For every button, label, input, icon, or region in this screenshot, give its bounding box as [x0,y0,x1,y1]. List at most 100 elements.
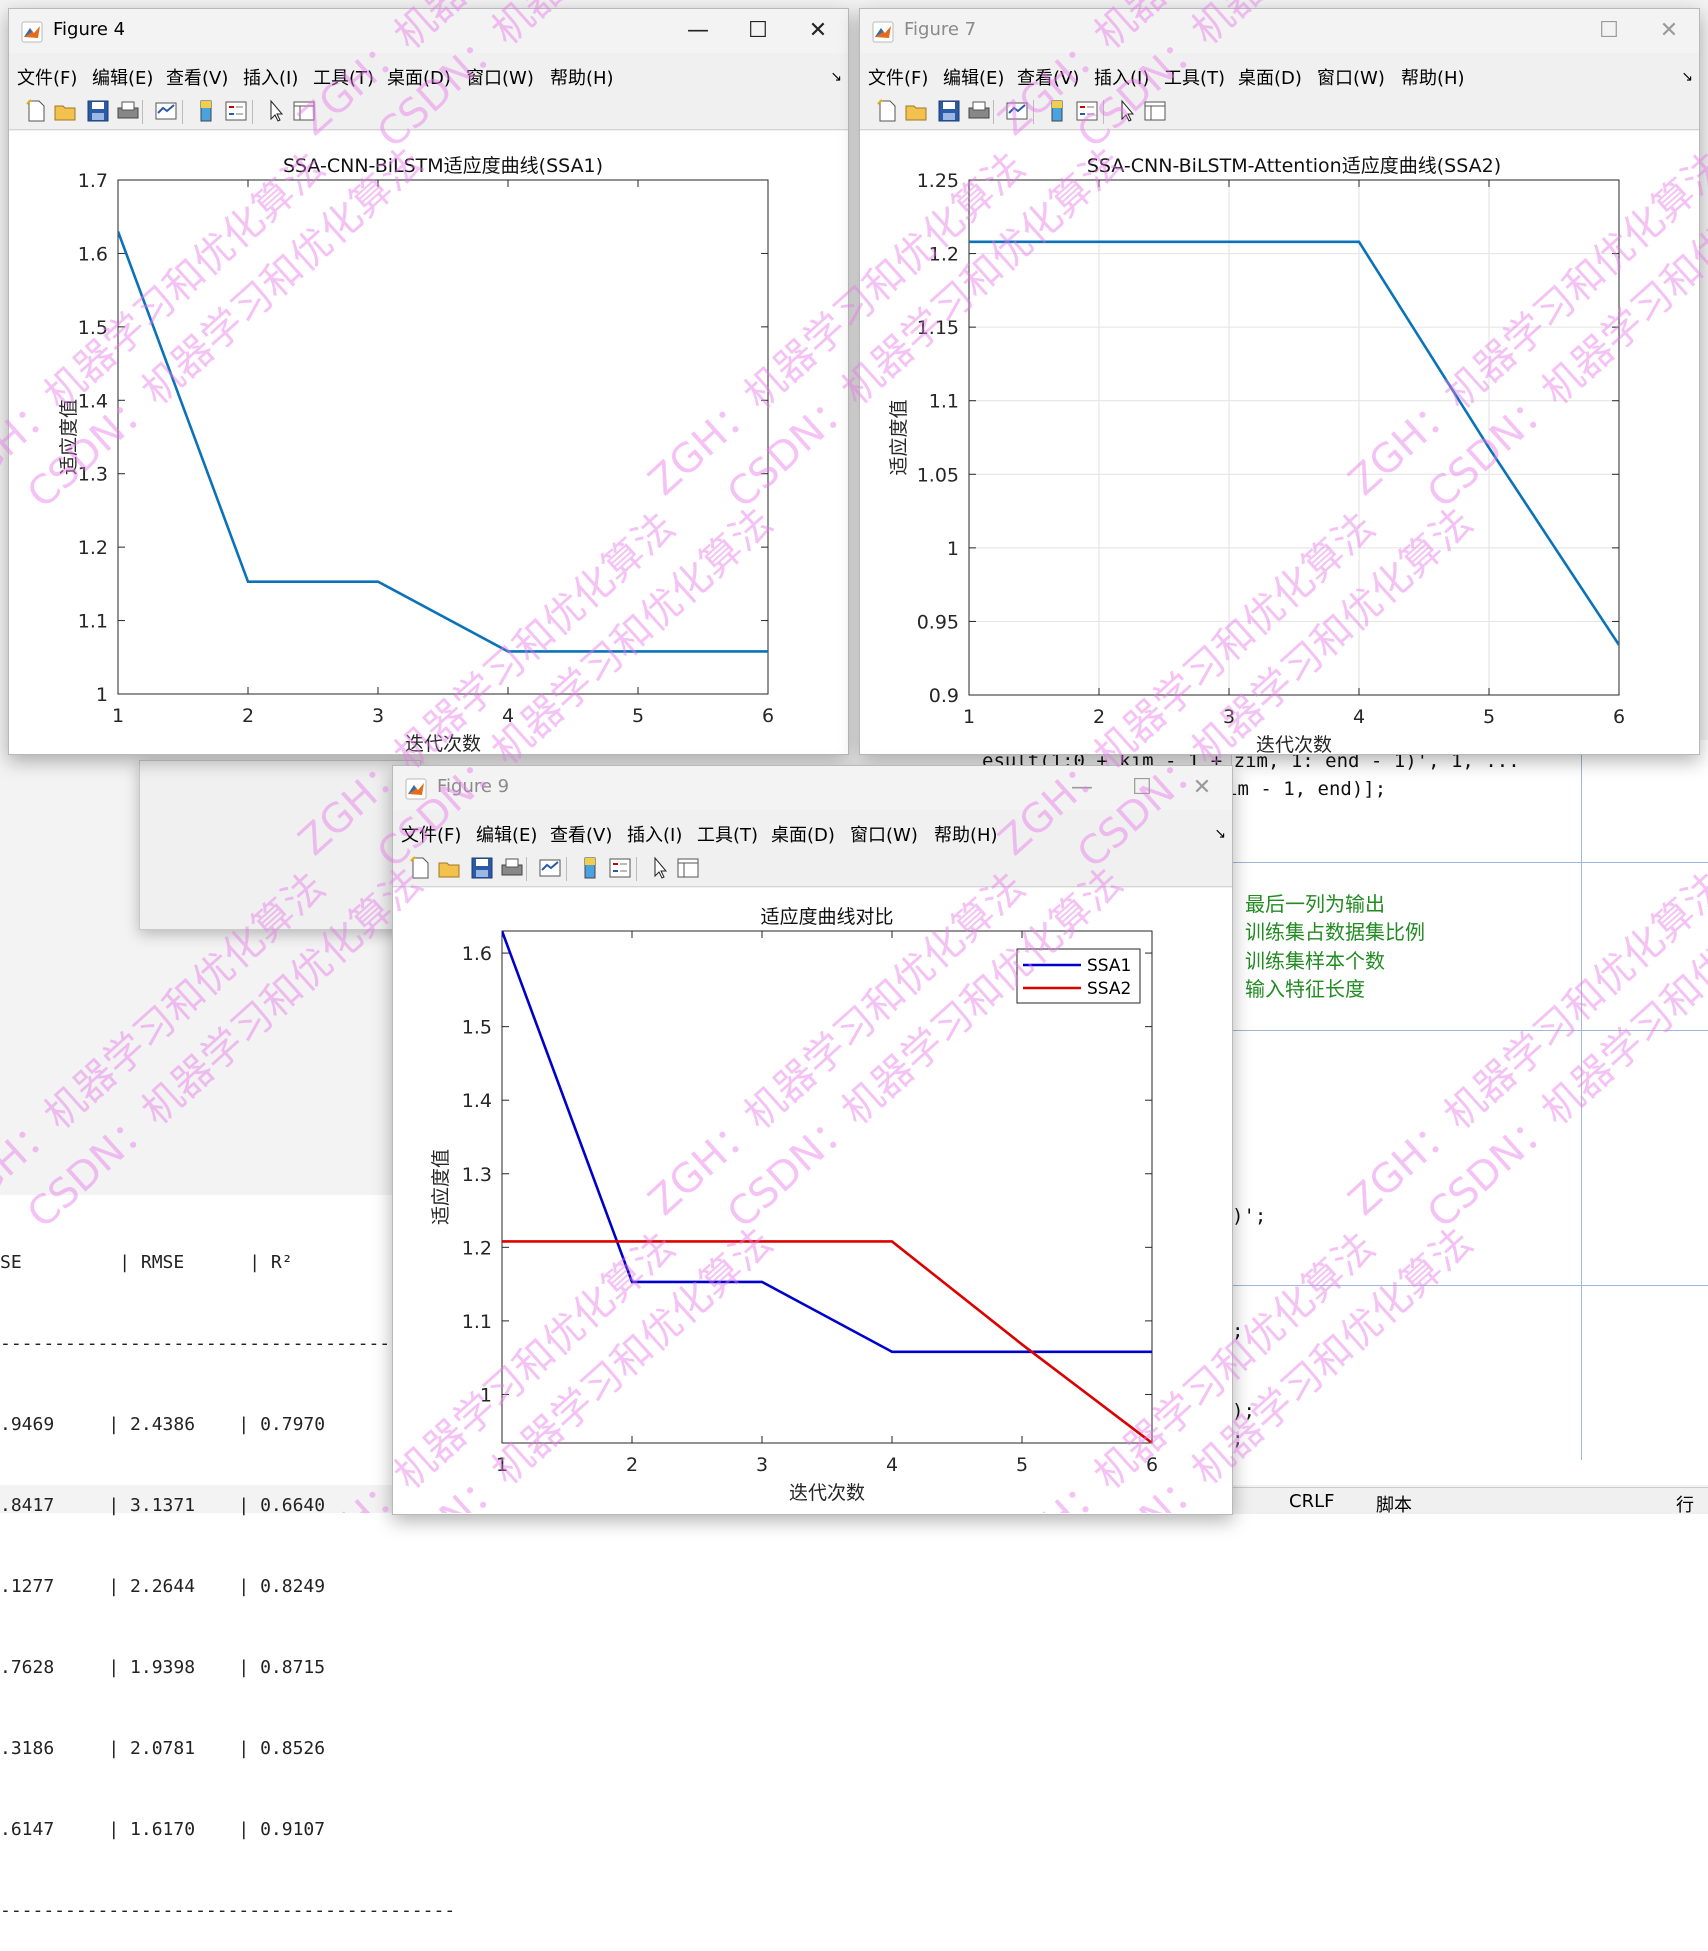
series-line [118,230,768,653]
menu-help[interactable]: 帮助(H) [1401,64,1465,90]
menu-dock-arrow-icon[interactable]: ↘ [830,69,842,85]
figure-7-window[interactable]: Figure 7 ☐ ✕ 文件(F) 编辑(E) 查看(V) 插入(I) 工具(… [859,8,1700,755]
open-file-icon[interactable] [437,855,463,881]
minimize-button[interactable]: — [1058,772,1106,804]
figure-9-window[interactable]: Figure 9 — ☐ ✕ 文件(F) 编辑(E) 查看(V) 插入(I) 工… [392,765,1233,1515]
link-plot-icon[interactable] [1004,98,1030,124]
property-inspector-icon[interactable] [675,855,701,881]
edit-plot-arrow-icon[interactable] [263,98,289,124]
menu-tools[interactable]: 工具(T) [313,64,374,90]
link-plot-icon[interactable] [537,855,563,881]
menu-file[interactable]: 文件(F) [868,64,928,90]
property-inspector-icon[interactable] [291,98,317,124]
close-button[interactable]: ✕ [1645,15,1693,47]
insert-legend-icon[interactable] [1074,98,1100,124]
section-divider [1232,1285,1708,1286]
toolbar-separator [1103,100,1104,124]
insert-colorbar-icon[interactable] [193,98,219,124]
chart-legend[interactable]: SSA1 SSA2 [1016,948,1141,1004]
code-line[interactable]: im - 1, end)]; [1226,778,1386,800]
menu-window[interactable]: 窗口(W) [850,821,918,847]
menu-window[interactable]: 窗口(W) [1317,64,1385,90]
close-button[interactable]: ✕ [794,15,842,47]
property-inspector-icon[interactable] [1142,98,1168,124]
status-eol: CRLF [1289,1491,1335,1512]
maximize-button[interactable]: ☐ [1118,772,1166,804]
code-line[interactable]: ); [1232,1400,1255,1422]
menu-insert[interactable]: 插入(I) [243,64,298,90]
chart-title: SSA-CNN-BiLSTM-Attention适应度曲线(SSA2) [1087,155,1501,177]
print-icon[interactable] [966,98,992,124]
insert-legend-icon[interactable] [223,98,249,124]
insert-colorbar-icon[interactable] [1044,98,1070,124]
fitness-chart-ssa2[interactable]: 1 2 3 4 5 6 0.9 0.95 1 1.05 1.1 1.15 1.2 1.25 SSA-CNN-… [860,131,1699,754]
menu-edit[interactable]: 编辑(E) [476,821,537,847]
new-figure-icon[interactable] [23,98,49,124]
print-icon[interactable] [115,98,141,124]
y-tick-label: 1.2 [462,1237,492,1259]
menu-desktop[interactable]: 桌面(D) [387,64,451,90]
open-file-icon[interactable] [53,98,79,124]
new-figure-icon[interactable] [874,98,900,124]
menu-view[interactable]: 查看(V) [550,821,612,847]
code-line[interactable]: ; [1232,1320,1243,1342]
x-tick-label: 6 [762,705,774,727]
code-line[interactable]: )'; [1232,1205,1266,1227]
code-comment[interactable]: 输入特征长度 [1245,973,1365,1002]
menu-help[interactable]: 帮助(H) [934,821,998,847]
fitness-comparison-chart[interactable]: 1 2 3 4 5 6 1 1.1 1.2 1.3 1.4 1.5 1.6 适应度曲线对比迭代次数 适应度值… [393,888,1232,1514]
open-file-icon[interactable] [904,98,930,124]
code-line[interactable]: ; [1232,1428,1243,1450]
x-tick-label: 3 [1223,706,1235,728]
figure-toolbar [393,852,1232,887]
insert-colorbar-icon[interactable] [577,855,603,881]
menu-file[interactable]: 文件(F) [401,821,461,847]
minimize-button[interactable]: — [674,15,722,47]
code-editor[interactable]: esult(1:0 + kim - 1 + zim, 1: end - 1)',… [982,740,1708,1485]
menu-view[interactable]: 查看(V) [166,64,228,90]
x-tick-label: 5 [632,705,644,727]
fitness-chart-ssa1[interactable]: 1 2 3 4 5 6 1 1.1 1.2 1.3 1.4 1.5 1.6 1.7 SSA-CNN-BiLS… [9,131,848,754]
menu-tools[interactable]: 工具(T) [697,821,758,847]
code-comment[interactable]: 训练集占数据集比例 [1245,916,1425,945]
close-button[interactable]: ✕ [1178,772,1226,804]
menu-insert[interactable]: 插入(I) [1094,64,1149,90]
menu-desktop[interactable]: 桌面(D) [1238,64,1302,90]
menu-dock-arrow-icon[interactable]: ↘ [1214,826,1226,842]
code-comment[interactable]: 最后一列为输出 [1245,888,1385,917]
figure-4-window[interactable]: Figure 4 — ☐ ✕ 文件(F) 编辑(E) 查看(V) 插入(I) 工… [8,8,849,755]
menu-dock-arrow-icon[interactable]: ↘ [1681,69,1693,85]
y-tick-label: 1.5 [462,1017,492,1039]
background-window[interactable] [139,760,421,930]
window-title: Figure 9 [437,776,510,797]
save-icon[interactable] [936,98,962,124]
menu-edit[interactable]: 编辑(E) [943,64,1004,90]
edit-plot-arrow-icon[interactable] [1114,98,1140,124]
save-icon[interactable] [85,98,111,124]
maximize-button[interactable]: ☐ [1585,15,1633,47]
code-comment[interactable]: 训练集样本个数 [1245,945,1385,974]
new-figure-icon[interactable] [407,855,433,881]
print-icon[interactable] [499,855,525,881]
menu-view[interactable]: 查看(V) [1017,64,1079,90]
title-bar[interactable]: Figure 7 ☐ ✕ [860,9,1699,53]
axes-box [968,179,1620,696]
insert-legend-icon[interactable] [607,855,633,881]
console-row: .7628 | 1.9398 | 0.8715 [0,1657,326,1678]
menu-desktop[interactable]: 桌面(D) [771,821,835,847]
save-icon[interactable] [469,855,495,881]
menu-edit[interactable]: 编辑(E) [92,64,153,90]
maximize-button[interactable]: ☐ [734,15,782,47]
menu-window[interactable]: 窗口(W) [466,64,534,90]
title-bar[interactable]: Figure 9 — ☐ ✕ [393,766,1232,810]
menu-tools[interactable]: 工具(T) [1164,64,1225,90]
menu-insert[interactable]: 插入(I) [627,821,682,847]
menu-file[interactable]: 文件(F) [17,64,77,90]
console-row: .3186 | 2.0781 | 0.8526 [0,1738,326,1759]
console-row: .1277 | 2.2644 | 0.8249 [0,1576,326,1597]
menu-help[interactable]: 帮助(H) [550,64,614,90]
edit-plot-arrow-icon[interactable] [647,855,673,881]
y-tick-label: 1.3 [462,1164,492,1186]
link-plot-icon[interactable] [153,98,179,124]
title-bar[interactable]: Figure 4 — ☐ ✕ [9,9,848,53]
